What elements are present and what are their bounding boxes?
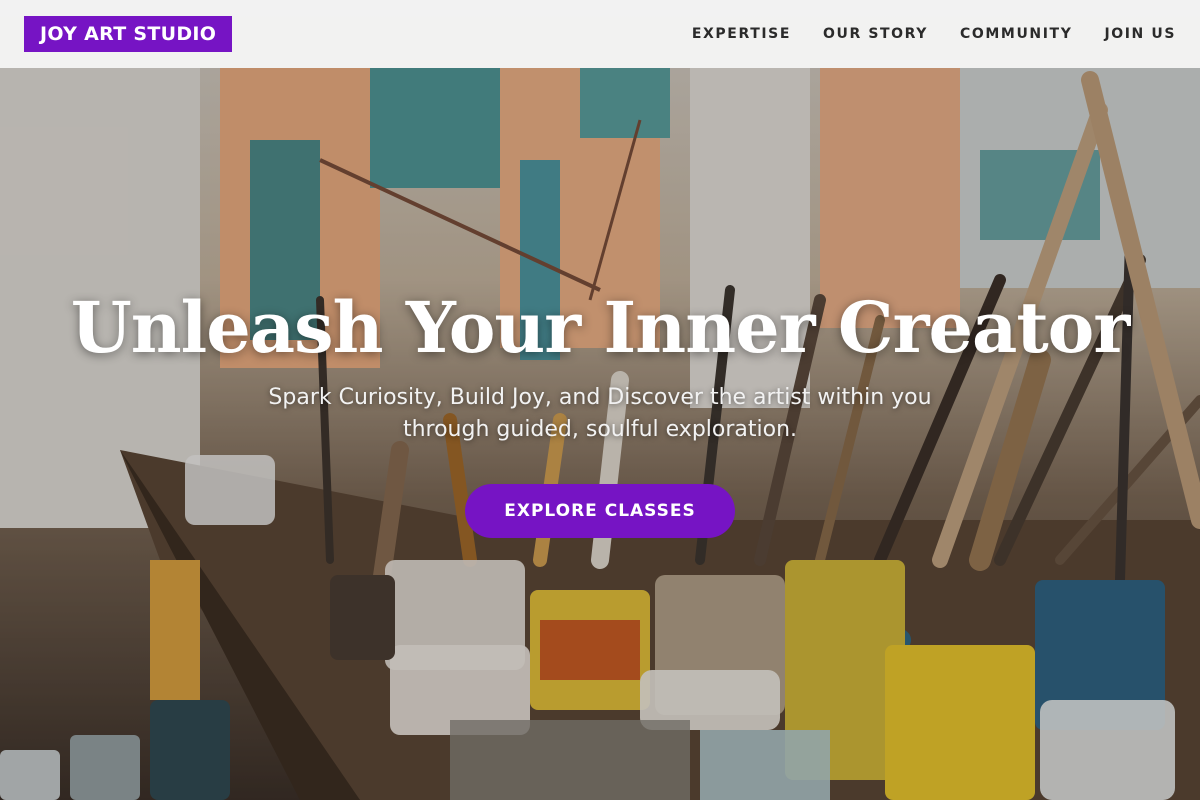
- explore-classes-button[interactable]: EXPLORE CLASSES: [465, 484, 735, 538]
- logo[interactable]: JOY ART STUDIO: [24, 16, 233, 52]
- nav-link-our-story[interactable]: OUR STORY: [823, 26, 928, 42]
- hero-content: Unleash Your Inner Creator Spark Curiosi…: [0, 282, 1200, 538]
- nav-link-join-us[interactable]: JOIN US: [1104, 26, 1176, 42]
- nav-link-community[interactable]: COMMUNITY: [960, 26, 1072, 42]
- hero-title: Unleash Your Inner Creator: [70, 286, 1131, 369]
- navbar: JOY ART STUDIO EXPERTISE OUR STORY COMMU…: [0, 0, 1200, 68]
- hero-subtitle: Spark Curiosity, Build Joy, and Discover…: [268, 385, 932, 442]
- nav-links: EXPERTISE OUR STORY COMMUNITY JOIN US: [692, 26, 1176, 42]
- nav-link-expertise[interactable]: EXPERTISE: [692, 26, 791, 42]
